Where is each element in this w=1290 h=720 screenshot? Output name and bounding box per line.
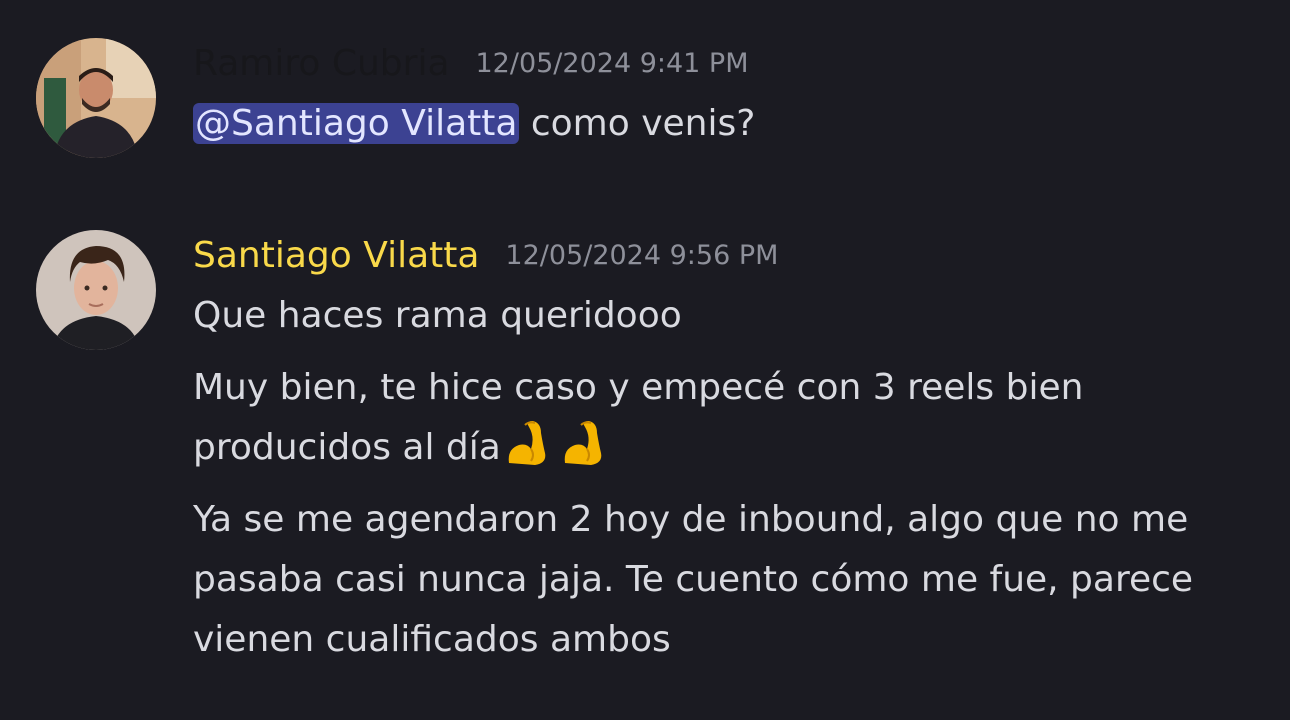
author-name[interactable]: Ramiro Cubria (193, 42, 450, 86)
message-text-body: Muy bien, te hice caso y empecé con 3 re… (193, 367, 1084, 468)
user-avatar-icon (36, 38, 156, 158)
timestamp: 12/05/2024 9:56 PM (505, 240, 779, 271)
flexed-biceps-emoji-icon (564, 421, 602, 465)
flexed-biceps-emoji-icon (508, 421, 546, 465)
message-text: Ya se me agendaron 2 hoy de inbound, alg… (193, 499, 1194, 660)
message-header: Ramiro Cubria 12/05/2024 9:41 PM (193, 38, 1263, 86)
user-avatar-icon (36, 230, 156, 350)
message-text: Muy bien, te hice caso y empecé con 3 re… (193, 358, 1253, 478)
avatar[interactable] (36, 38, 156, 158)
user-mention[interactable]: @Santiago Vilatta (193, 103, 520, 144)
message-text: @Santiago Vilatta como venis? (193, 94, 1263, 154)
message-header: Santiago Vilatta 12/05/2024 9:56 PM (193, 230, 1263, 278)
message-text-body: como venis? (519, 103, 756, 144)
avatar[interactable] (36, 230, 156, 350)
message-text: Que haces rama queridooo (193, 295, 682, 336)
timestamp: 12/05/2024 9:41 PM (475, 48, 749, 79)
author-name[interactable]: Santiago Vilatta (193, 234, 479, 278)
chat-message-list: Ramiro Cubria 12/05/2024 9:41 PM @Santia… (0, 0, 1290, 720)
